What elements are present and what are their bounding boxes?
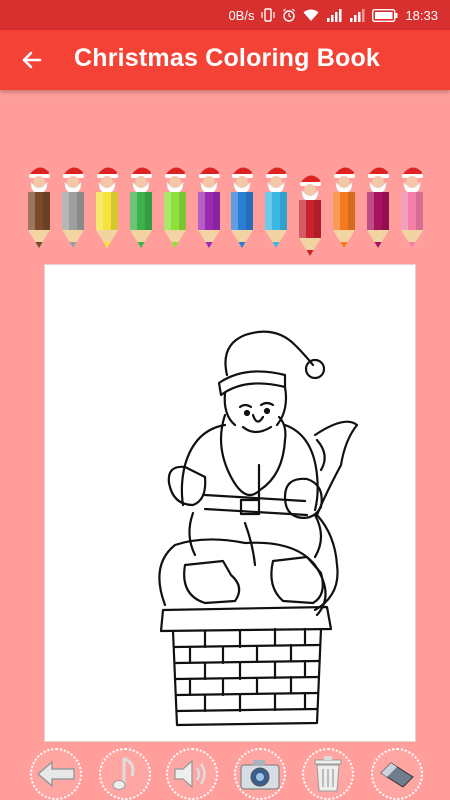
color-palette	[24, 162, 426, 262]
eraser-icon	[380, 762, 414, 788]
crayon-3[interactable]	[126, 162, 156, 260]
back-button[interactable]	[14, 42, 50, 78]
app-bar: Christmas Coloring Book	[0, 30, 450, 90]
camera-icon	[240, 760, 280, 790]
crayon-5[interactable]	[194, 162, 224, 260]
arrow-left-icon	[22, 51, 42, 69]
music-button[interactable]	[99, 748, 151, 800]
camera-button[interactable]	[234, 748, 286, 800]
page-title: Christmas Coloring Book	[74, 44, 381, 72]
vibrate-icon	[261, 8, 276, 22]
alarm-icon	[282, 8, 296, 22]
eraser-button[interactable]	[371, 748, 423, 800]
status-icons: 0B/s 18:33	[228, 0, 438, 30]
arrow-left-icon	[36, 760, 75, 788]
crayon-9[interactable]	[329, 162, 359, 260]
crayon-11[interactable]	[397, 162, 427, 260]
signal-icon-2	[349, 8, 365, 22]
santa-chimney-drawing	[158, 330, 359, 727]
coloring-canvas[interactable]	[44, 264, 416, 742]
delete-button[interactable]	[302, 748, 354, 800]
crayon-6[interactable]	[227, 162, 257, 260]
speaker-icon	[174, 759, 206, 789]
crayon-2[interactable]	[92, 162, 122, 260]
trash-icon	[314, 756, 342, 792]
crayon-4[interactable]	[160, 162, 190, 260]
battery-icon	[372, 8, 398, 22]
clock-time: 18:33	[405, 7, 438, 23]
wifi-icon	[303, 9, 319, 22]
music-note-icon	[112, 756, 135, 790]
status-bar: 0B/s 18:33	[0, 0, 450, 30]
undo-button[interactable]	[30, 748, 82, 800]
bottom-toolbar	[0, 742, 450, 800]
crayon-0[interactable]	[24, 162, 54, 260]
sound-button[interactable]	[166, 748, 218, 800]
crayon-10[interactable]	[363, 162, 393, 260]
crayon-8[interactable]	[295, 162, 325, 260]
net-speed: 0B/s	[228, 7, 255, 23]
crayon-7[interactable]	[261, 162, 291, 260]
signal-icon-1	[326, 8, 342, 22]
crayon-1[interactable]	[58, 162, 88, 260]
